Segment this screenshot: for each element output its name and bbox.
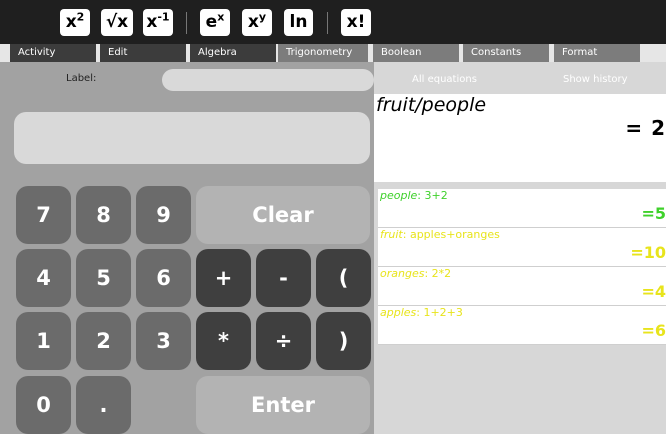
factorial-button[interactable]: x! — [341, 9, 371, 36]
key-3[interactable]: 3 — [136, 312, 191, 370]
history-expression: apples: 1+2+3 — [380, 306, 463, 319]
key-5[interactable]: 5 — [76, 249, 131, 307]
variable-name: apples — [380, 306, 417, 319]
history-item[interactable]: apples: 1+2+3 =6 — [378, 306, 666, 345]
exp-button[interactable]: ex — [200, 9, 230, 36]
inverse-button[interactable]: x-1 — [143, 9, 173, 36]
tab-algebra[interactable]: Algebra — [190, 44, 276, 62]
label-caption: Label: — [66, 73, 97, 84]
left-paren-button[interactable]: ( — [316, 249, 371, 307]
tab-bar: Activity Edit Algebra Trigonometry Boole… — [0, 44, 666, 62]
history-item[interactable]: fruit: apples+oranges =10 — [378, 228, 666, 267]
history-formula: : apples+oranges — [402, 228, 500, 241]
label-input[interactable] — [162, 69, 374, 91]
variable-name: oranges — [380, 267, 425, 280]
history-result: =4 — [641, 282, 666, 301]
history-expression: people: 3+2 — [380, 189, 448, 202]
minus-button[interactable]: - — [256, 249, 311, 307]
key-2[interactable]: 2 — [76, 312, 131, 370]
divide-button[interactable]: ÷ — [256, 312, 311, 370]
tab-boolean[interactable]: Boolean — [373, 44, 459, 62]
key-0[interactable]: 0 — [16, 376, 71, 434]
history-expression: fruit: apples+oranges — [380, 228, 500, 241]
current-equation: fruit/people = 2 — [374, 94, 666, 182]
history-result: =6 — [641, 321, 666, 340]
key-4[interactable]: 4 — [16, 249, 71, 307]
key-6[interactable]: 6 — [136, 249, 191, 307]
equation-result: = 2 — [625, 116, 666, 140]
tab-edit[interactable]: Edit — [100, 44, 186, 62]
sqrt-button[interactable]: √x — [101, 9, 133, 36]
enter-button[interactable]: Enter — [196, 376, 370, 434]
input-display[interactable] — [14, 112, 370, 164]
all-equations-button[interactable]: All equations — [412, 74, 477, 85]
tab-format[interactable]: Format — [554, 44, 640, 62]
tab-constants[interactable]: Constants — [463, 44, 549, 62]
show-history-button[interactable]: Show history — [563, 74, 628, 85]
tab-activity[interactable]: Activity — [10, 44, 96, 62]
clear-button[interactable]: Clear — [196, 186, 370, 244]
history-formula: : 1+2+3 — [416, 306, 463, 319]
variable-name: fruit — [380, 228, 403, 241]
toolbar: x2 √x x-1 ex xy ln x! — [0, 0, 666, 44]
history-formula: : 3+2 — [417, 189, 448, 202]
separator — [186, 12, 187, 34]
square-button[interactable]: x2 — [60, 9, 90, 36]
tab-trigonometry[interactable]: Trigonometry — [278, 44, 368, 62]
decimal-point-button[interactable]: . — [76, 376, 131, 434]
right-paren-button[interactable]: ) — [316, 312, 371, 370]
history-expression: oranges: 2*2 — [380, 267, 451, 280]
variable-name: people — [380, 189, 418, 202]
key-7[interactable]: 7 — [16, 186, 71, 244]
history-formula: : 2*2 — [424, 267, 452, 280]
history-item[interactable]: oranges: 2*2 =4 — [378, 267, 666, 306]
equation-expression: fruit/people — [376, 94, 487, 116]
history-result: =10 — [630, 243, 666, 262]
history-result: =5 — [641, 204, 666, 223]
key-9[interactable]: 9 — [136, 186, 191, 244]
multiply-button[interactable]: * — [196, 312, 251, 370]
key-1[interactable]: 1 — [16, 312, 71, 370]
history-item[interactable]: people: 3+2 =5 — [378, 189, 666, 228]
separator — [327, 12, 328, 34]
plus-button[interactable]: + — [196, 249, 251, 307]
key-8[interactable]: 8 — [76, 186, 131, 244]
ln-button[interactable]: ln — [284, 9, 313, 36]
power-button[interactable]: xy — [242, 9, 272, 36]
